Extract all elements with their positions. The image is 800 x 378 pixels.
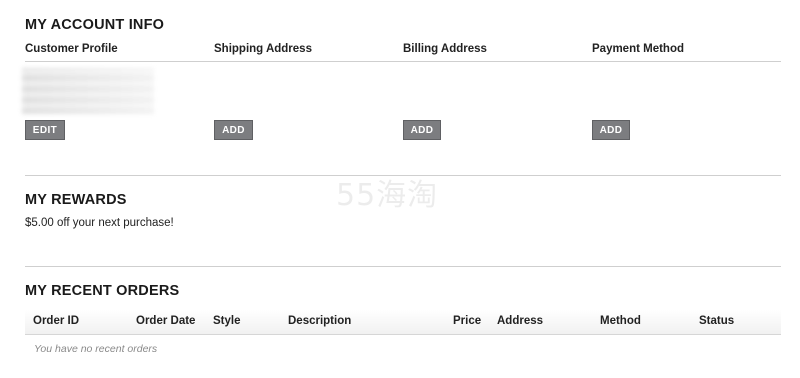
add-shipping-address-button[interactable]: ADD [214, 120, 253, 140]
edit-profile-button[interactable]: EDIT [25, 120, 65, 140]
rewards-title: MY REWARDS [25, 192, 127, 208]
description-column: Description [288, 315, 352, 327]
address-column: Address [497, 315, 544, 327]
account-divider [25, 61, 781, 62]
add-billing-address-button[interactable]: ADD [403, 120, 441, 140]
customer-profile-heading: Customer Profile [25, 43, 118, 55]
order-date-column: Order Date [136, 315, 196, 327]
price-column: Price [453, 315, 482, 327]
customer-profile-redacted [22, 68, 154, 114]
payment-method-heading: Payment Method [592, 43, 685, 55]
orders-table-header: Order ID Order Date Style Description Pr… [25, 310, 781, 335]
no-orders-message: You have no recent orders [34, 343, 158, 355]
watermark-logo: 55海淘 [336, 178, 439, 213]
shipping-address-heading: Shipping Address [214, 43, 312, 55]
style-column: Style [213, 315, 241, 327]
section-divider-2 [25, 266, 781, 267]
billing-address-heading: Billing Address [403, 43, 487, 55]
add-payment-method-button[interactable]: ADD [592, 120, 630, 140]
order-id-column: Order ID [33, 315, 80, 327]
rewards-text: $5.00 off your next purchase! [25, 217, 174, 229]
recent-orders-title: MY RECENT ORDERS [25, 283, 180, 299]
method-column: Method [600, 315, 641, 327]
status-column: Status [699, 315, 735, 327]
account-info-title: MY ACCOUNT INFO [25, 17, 165, 33]
